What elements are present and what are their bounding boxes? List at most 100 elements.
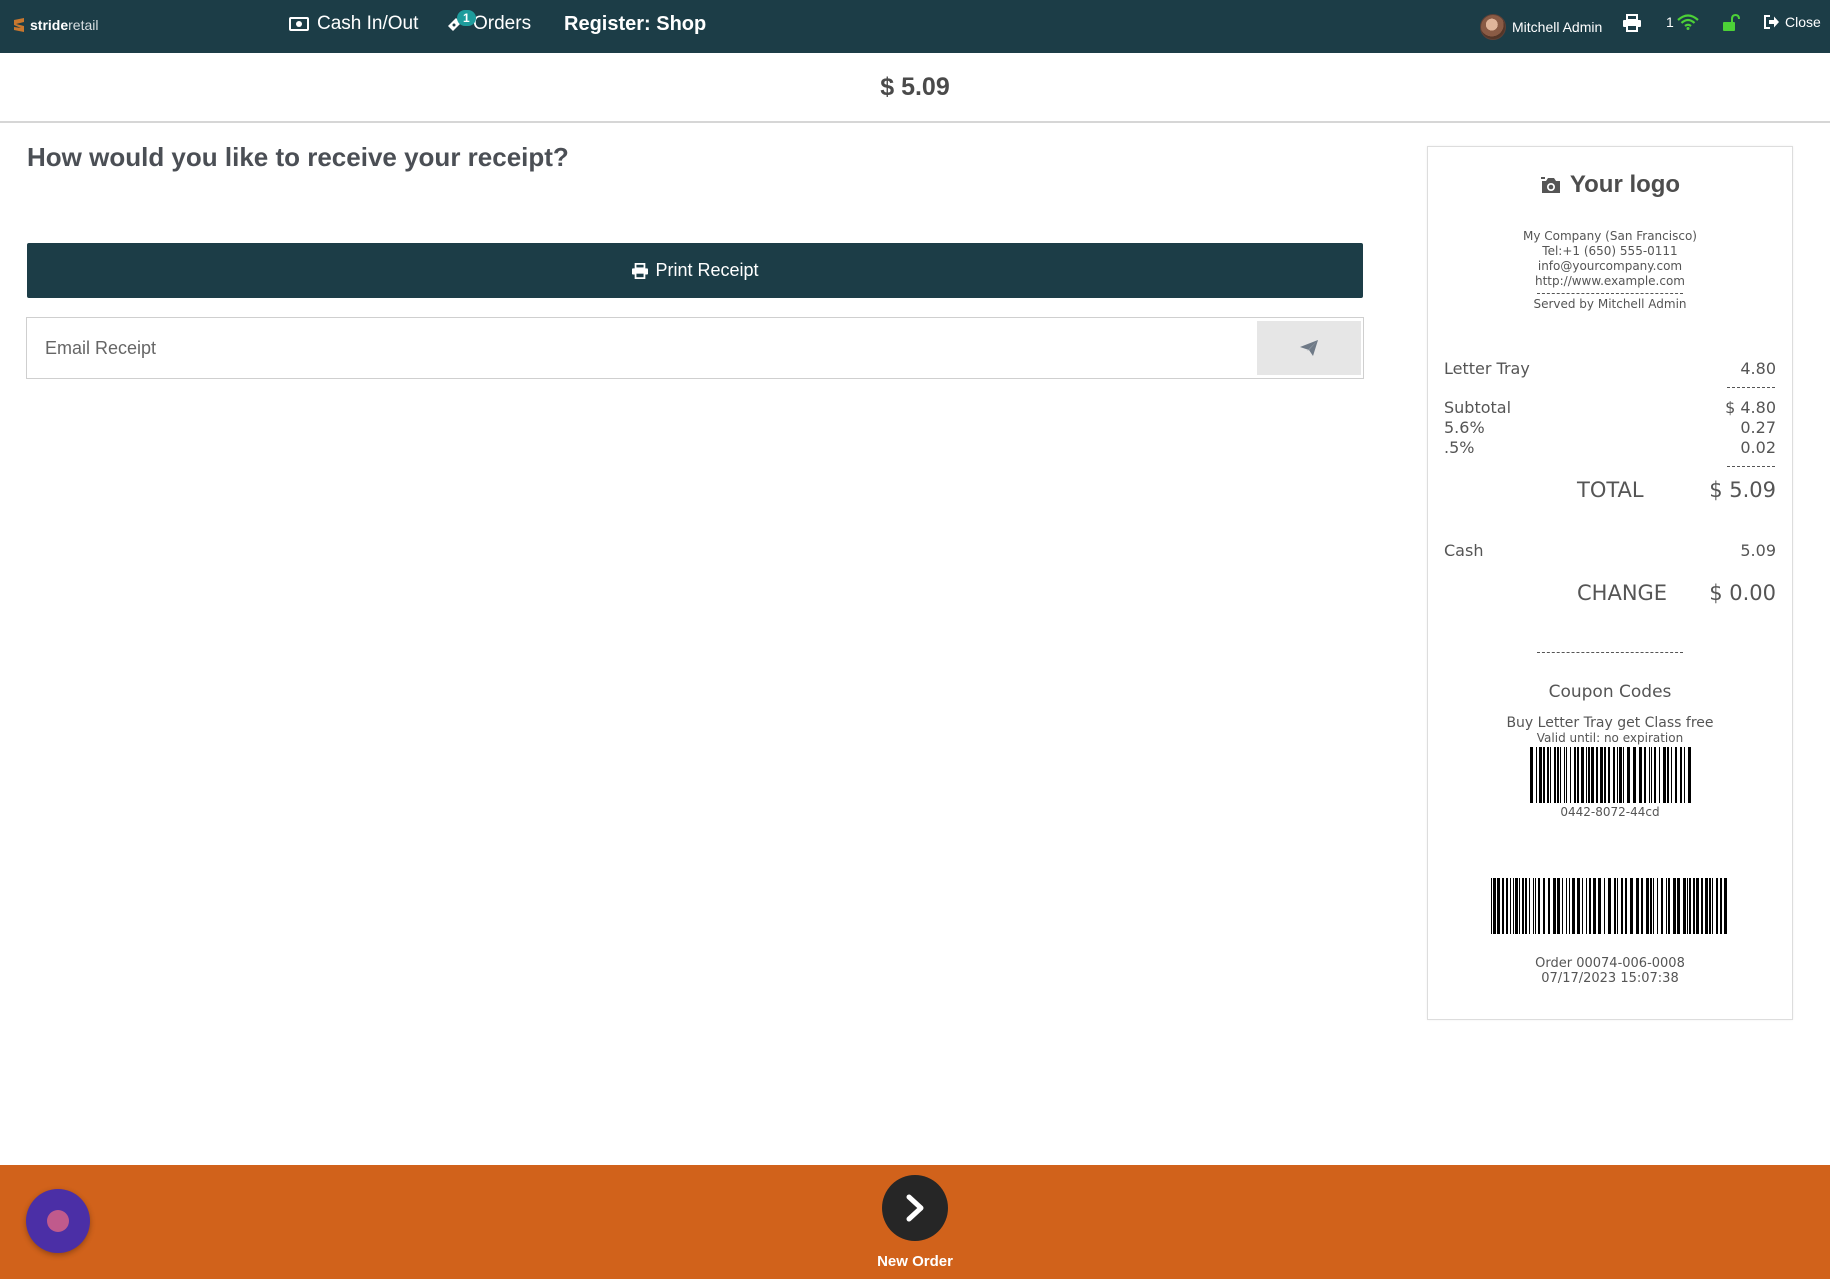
new-order-label: New Order xyxy=(877,1253,953,1270)
barcode-bar xyxy=(1614,878,1616,934)
barcode-bar xyxy=(1548,878,1550,934)
barcode-bar xyxy=(1553,878,1556,934)
barcode-bar xyxy=(1705,878,1708,934)
payment-row: Cash 5.09 xyxy=(1444,541,1776,560)
divider xyxy=(1537,293,1683,294)
email-receipt-input[interactable] xyxy=(27,318,1253,378)
cash-in-out-button[interactable]: Cash In/Out xyxy=(289,13,418,35)
total-amount: $ 5.09 xyxy=(880,72,950,101)
barcode-bar xyxy=(1666,878,1667,934)
tax-value: 0.02 xyxy=(1740,438,1776,457)
barcode-bar xyxy=(1519,878,1520,934)
company-phone: Tel:+1 (650) 555-0111 xyxy=(1542,244,1678,258)
barcode-bar xyxy=(1654,747,1656,803)
cash-in-out-label: Cash In/Out xyxy=(317,13,419,34)
barcode-bar xyxy=(1497,878,1500,934)
barcode-bar xyxy=(1574,747,1576,803)
close-button[interactable]: Close xyxy=(1763,14,1821,30)
chevron-right-icon xyxy=(906,1194,924,1222)
barcode-bar xyxy=(1491,878,1492,934)
barcode-bar xyxy=(1683,878,1686,934)
lock-button[interactable] xyxy=(1722,14,1740,32)
barcode-bar xyxy=(1581,747,1584,803)
barcode-bar xyxy=(1709,878,1711,934)
barcode-bar xyxy=(1547,747,1549,803)
barcode-bar xyxy=(1510,878,1511,934)
line-item-name: Letter Tray xyxy=(1444,359,1530,378)
barcode-bar xyxy=(1608,878,1611,934)
unlock-icon xyxy=(1723,14,1740,31)
tax-label: 5.6% xyxy=(1444,418,1485,437)
barcode-bar xyxy=(1667,747,1669,803)
subtotal-label: Subtotal xyxy=(1444,398,1512,417)
chat-widget-button[interactable] xyxy=(26,1189,90,1253)
barcode-bar xyxy=(1533,878,1534,934)
total-value: $ 5.09 xyxy=(1709,478,1776,502)
barcode-bar xyxy=(1644,747,1646,803)
brand-mark-icon xyxy=(14,18,24,32)
coupon-validity: Valid until: no expiration xyxy=(1536,731,1684,745)
barcode-bar xyxy=(1572,878,1575,934)
top-navbar: stride retail Cash In/Out 1 Orders Regist… xyxy=(0,0,1830,53)
connection-count: 1 xyxy=(1666,14,1674,30)
receipt-question: How would you like to receive your recei… xyxy=(27,142,569,172)
barcode-bar xyxy=(1621,878,1623,934)
barcode-bar xyxy=(1661,878,1663,934)
barcode-bar xyxy=(1591,747,1594,803)
barcode-bar xyxy=(1515,878,1518,934)
barcode-bar xyxy=(1689,878,1691,934)
total-amount-header: $ 5.09 xyxy=(0,53,1830,123)
connection-status[interactable]: 1 xyxy=(1666,14,1699,30)
barcode-bar xyxy=(1522,878,1524,934)
barcode-bar xyxy=(1633,747,1636,803)
receipt-line-item: Letter Tray 4.80 xyxy=(1444,359,1776,378)
coupon-code: 0442-8072-44cd xyxy=(1560,805,1660,819)
barcode-bar xyxy=(1604,878,1605,934)
barcode-bar xyxy=(1617,878,1618,934)
company-info: My Company (San Francisco) Tel:+1 (650) … xyxy=(1428,229,1792,312)
barcode-bar xyxy=(1687,878,1688,934)
new-order-button[interactable] xyxy=(882,1175,948,1241)
barcode-bar xyxy=(1649,747,1650,803)
barcode-bar xyxy=(1569,878,1570,934)
barcode-bar xyxy=(1693,878,1695,934)
barcode-bar xyxy=(1636,878,1639,934)
barcode-bar xyxy=(1535,878,1536,934)
barcode-bar xyxy=(1529,878,1530,934)
barcode-bar xyxy=(1653,878,1654,934)
barcode-bar xyxy=(1550,747,1551,803)
print-receipt-label: Print Receipt xyxy=(655,260,759,280)
barcode-bar xyxy=(1724,878,1727,934)
camera-icon xyxy=(1540,176,1560,193)
register-title: Register: Shop xyxy=(564,13,707,35)
orders-count-badge: 1 xyxy=(457,10,476,26)
order-date: 07/17/2023 15:07:38 xyxy=(1541,971,1679,986)
barcode-bar xyxy=(1502,878,1504,934)
receipt-logo: Your logo xyxy=(1428,171,1792,199)
barcode-bar xyxy=(1716,878,1718,934)
barcode-bar xyxy=(1619,747,1622,803)
print-receipt-button[interactable]: Print Receipt xyxy=(27,243,1363,298)
barcode-bar xyxy=(1557,747,1559,803)
send-email-button[interactable] xyxy=(1257,321,1361,375)
company-email: info@yourcompany.com xyxy=(1537,259,1683,273)
orders-button[interactable]: 1 Orders xyxy=(445,10,531,35)
barcode-bar xyxy=(1564,747,1565,803)
company-website: http://www.example.com xyxy=(1534,274,1685,288)
barcode-bar xyxy=(1593,878,1596,934)
barcode-bar xyxy=(1696,878,1699,934)
barcode-bar xyxy=(1588,747,1590,803)
tax-row: 5.6% 0.27 xyxy=(1444,418,1776,437)
printer-status[interactable] xyxy=(1622,14,1642,32)
barcode-bar xyxy=(1566,878,1567,934)
barcode-bar xyxy=(1560,747,1561,803)
close-label: Close xyxy=(1785,14,1821,30)
user-menu[interactable]: Mitchell Admin xyxy=(1480,14,1602,40)
barcode-bar xyxy=(1659,747,1660,803)
sign-out-icon xyxy=(1764,15,1779,29)
divider xyxy=(1727,466,1775,467)
barcode-bar xyxy=(1570,747,1571,803)
tax-row: .5% 0.02 xyxy=(1444,438,1776,457)
barcode-bar xyxy=(1625,878,1627,934)
barcode-bar xyxy=(1577,747,1579,803)
